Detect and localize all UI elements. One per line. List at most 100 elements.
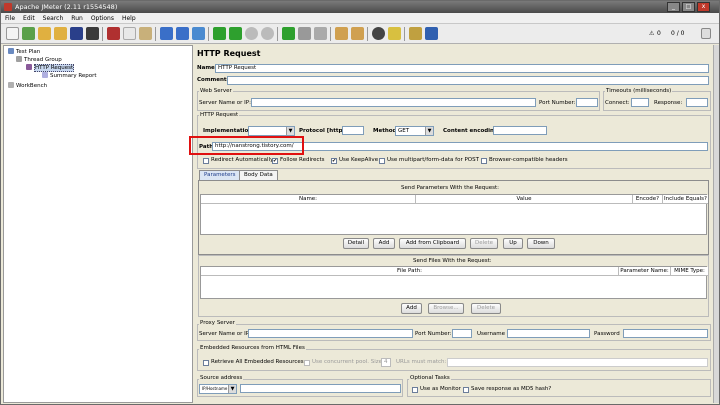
expand-icon[interactable] — [160, 27, 173, 40]
column-parameter-name[interactable]: Parameter Name: — [619, 267, 671, 276]
proxy-server-input[interactable] — [248, 329, 413, 338]
copy-icon[interactable] — [123, 27, 136, 40]
tree-node-workbench[interactable]: WorkBench — [8, 82, 47, 90]
maximize-button[interactable]: □ — [682, 2, 695, 12]
tree-node-summary-report[interactable]: Summary Report — [42, 72, 97, 80]
templates-icon[interactable] — [22, 27, 35, 40]
proxy-port-input[interactable] — [452, 329, 472, 338]
use-keepalive-checkbox[interactable]: ✔ — [331, 158, 337, 164]
pool-size-input[interactable]: 4 — [381, 358, 391, 367]
test-plan-icon — [8, 48, 14, 54]
close-button[interactable]: x — [697, 2, 710, 12]
proxy-title: Proxy Server — [199, 320, 236, 326]
close-plan-icon[interactable] — [54, 27, 67, 40]
toggle-icon[interactable] — [192, 27, 205, 40]
save-md5-label: Save response as MD5 hash? — [471, 386, 552, 392]
clear-all-icon[interactable] — [351, 27, 364, 40]
column-encode[interactable]: Encode? — [633, 195, 663, 204]
protocol-input[interactable] — [342, 126, 364, 135]
open-icon[interactable] — [38, 27, 51, 40]
use-as-monitor-checkbox[interactable] — [412, 387, 418, 393]
menu-options[interactable]: Options — [87, 13, 118, 24]
proxy-username-label: Username — [477, 331, 506, 337]
comments-input[interactable] — [227, 76, 709, 85]
stop-icon[interactable] — [245, 27, 258, 40]
menu-run[interactable]: Run — [67, 13, 87, 24]
start-icon[interactable] — [213, 27, 226, 40]
menu-edit[interactable]: Edit — [19, 13, 39, 24]
page-title: HTTP Request — [197, 49, 261, 58]
retrieve-embedded-checkbox[interactable] — [203, 360, 209, 366]
menu-help[interactable]: Help — [118, 13, 140, 24]
tree-node-thread-group[interactable]: Thread Group — [16, 56, 62, 64]
name-input[interactable]: HTTP Request — [215, 64, 709, 73]
follow-redirects-checkbox[interactable]: ✔ — [272, 158, 278, 164]
warning-icon[interactable]: ⚠ — [649, 30, 654, 37]
response-timeout-input[interactable] — [686, 98, 708, 107]
tree-node-test-plan[interactable]: Test Plan — [8, 48, 40, 56]
column-value[interactable]: Value — [416, 195, 633, 204]
multipart-checkbox[interactable] — [379, 158, 385, 164]
files-table[interactable]: File Path: Parameter Name: MIME Type: — [200, 266, 708, 299]
cut-icon[interactable] — [107, 27, 120, 40]
up-button[interactable]: Up — [503, 238, 523, 249]
reset-search-icon[interactable] — [388, 27, 401, 40]
down-button[interactable]: Down — [527, 238, 555, 249]
delete-parameter-button[interactable]: Delete — [470, 238, 498, 249]
content-encoding-input[interactable] — [493, 126, 547, 135]
web-server-title: Web Server — [199, 88, 233, 94]
remote-stop-icon[interactable] — [298, 27, 311, 40]
minimize-button[interactable]: _ — [667, 2, 680, 12]
help-icon[interactable] — [425, 27, 438, 40]
shutdown-icon[interactable] — [261, 27, 274, 40]
column-name[interactable]: Name: — [201, 195, 416, 204]
remote-shutdown-icon[interactable] — [314, 27, 327, 40]
source-type-select[interactable]: IP/Hostname ▼ — [199, 384, 237, 394]
detail-button[interactable]: Detail — [343, 238, 369, 249]
column-include-equals[interactable]: Include Equals? — [663, 195, 708, 204]
add-from-clipboard-button[interactable]: Add from Clipboard — [399, 238, 466, 249]
remote-start-icon[interactable] — [282, 27, 295, 40]
gear-icon — [16, 56, 22, 62]
clear-icon[interactable] — [335, 27, 348, 40]
proxy-username-input[interactable] — [507, 329, 590, 338]
implementation-select[interactable]: ▼ — [248, 126, 295, 136]
save-as-icon[interactable] — [86, 27, 99, 40]
new-icon[interactable] — [6, 27, 19, 40]
browse-button[interactable]: Browse... — [428, 303, 464, 314]
server-name-input[interactable] — [251, 98, 536, 107]
parameters-title: Send Parameters With the Request: — [401, 185, 500, 191]
search-icon[interactable] — [372, 27, 385, 40]
concurrent-pool-checkbox[interactable] — [304, 360, 310, 366]
connect-timeout-input[interactable] — [631, 98, 649, 107]
tab-parameters[interactable]: Parameters — [199, 170, 241, 180]
source-address-input[interactable] — [240, 384, 401, 393]
column-mime-type[interactable]: MIME Type: — [671, 267, 708, 276]
browser-headers-label: Browser-compatible headers — [489, 157, 568, 163]
collapse-icon[interactable] — [176, 27, 189, 40]
proxy-password-input[interactable] — [623, 329, 708, 338]
save-icon[interactable] — [70, 27, 83, 40]
start-no-pauses-icon[interactable] — [229, 27, 242, 40]
redirect-automatically-checkbox[interactable] — [203, 158, 209, 164]
http-request-panel: HTTP Request Name: HTTP Request Comments… — [195, 45, 711, 403]
tree-node-http-request[interactable]: HTTP Request — [26, 64, 75, 72]
browser-headers-checkbox[interactable] — [481, 158, 487, 164]
menu-search[interactable]: Search — [39, 13, 68, 24]
method-select[interactable]: GET ▼ — [395, 126, 434, 136]
delete-file-button[interactable]: Delete — [471, 303, 501, 314]
proxy-server-label: Server Name or IP: — [199, 331, 251, 337]
save-md5-checkbox[interactable] — [463, 387, 469, 393]
vertical-scrollbar[interactable] — [713, 45, 719, 403]
add-file-button[interactable]: Add — [401, 303, 422, 314]
parameters-table[interactable]: Name: Value Encode? Include Equals? — [200, 194, 708, 235]
port-number-input[interactable] — [576, 98, 598, 107]
chevron-down-icon: ▼ — [286, 127, 294, 135]
tab-body-data[interactable]: Body Data — [239, 170, 278, 180]
function-helper-icon[interactable] — [409, 27, 422, 40]
add-parameter-button[interactable]: Add — [373, 238, 395, 249]
paste-icon[interactable] — [139, 27, 152, 40]
urls-must-match-input[interactable] — [447, 358, 708, 367]
menu-file[interactable]: File — [1, 13, 19, 24]
column-file-path[interactable]: File Path: — [201, 267, 619, 276]
